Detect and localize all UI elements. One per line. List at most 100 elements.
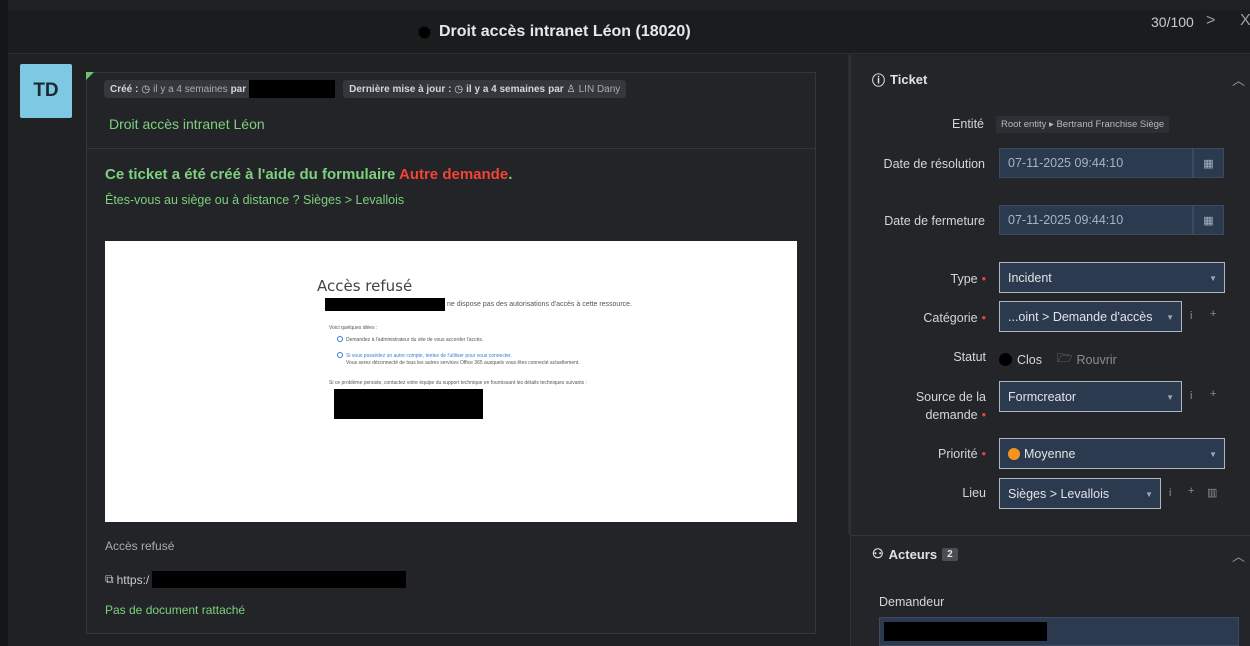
form-question: Êtes-vous au siège ou à distance ? Siège… [105, 193, 405, 207]
redacted-url [152, 571, 407, 588]
info-icon: ⓘ [872, 73, 886, 88]
actors-section-title: Acteurs [888, 546, 938, 562]
categorie-info-icon[interactable]: i [1190, 310, 1192, 322]
screenshot-ideas: Voici quelques idées : [329, 325, 378, 331]
form-text: Ce ticket a été créé à l'aide du formula… [105, 166, 396, 183]
priority-medium-icon [1008, 447, 1020, 460]
caret-down-icon: ▼ [1166, 393, 1174, 402]
statut-value-wrap: Clos 🗁 Rouvrir [999, 349, 1117, 370]
updated-label: Dernière mise à jour : [349, 83, 452, 95]
caret-down-icon: ▼ [1209, 450, 1217, 459]
map-icon[interactable]: ▥ [1207, 486, 1217, 499]
card-corner-marker [86, 72, 94, 80]
priorite-label-text: Priorité [938, 447, 978, 461]
lieu-add-icon[interactable]: + [1188, 485, 1194, 497]
screenshot-line1: ne dispose pas des autorisations d'accès… [447, 301, 632, 308]
clock-icon: ◷ [454, 83, 464, 95]
categorie-label-text: Catégorie [923, 311, 978, 325]
type-label-text: Type [950, 272, 978, 286]
form-end: . [508, 166, 513, 183]
source-select[interactable]: Formcreator ▼ [999, 381, 1182, 412]
reopen-label: Rouvrir [1076, 352, 1117, 367]
statut-label: Statut [953, 350, 986, 364]
created-time: il y a 4 semaines [153, 83, 228, 95]
folder-open-icon: 🗁 [1057, 351, 1073, 365]
type-value: Incident [1008, 270, 1052, 285]
actors-section-header[interactable]: ⚇ Acteurs 2 [872, 546, 958, 562]
attachment-link[interactable]: ⧉ https:/ [105, 571, 407, 588]
ticket-counter: 30/100 [1151, 14, 1194, 30]
updated-by-user[interactable]: LIN Dany [579, 84, 621, 95]
categorie-add-icon[interactable]: + [1210, 308, 1216, 320]
ticket-name: Droit accès intranet Léon [109, 116, 265, 132]
source-value: Formcreator [1008, 389, 1077, 404]
required-marker: • [981, 408, 986, 422]
no-document-text: Pas de document rattaché [105, 603, 246, 617]
lieu-value: Sièges > Levallois [1008, 486, 1110, 501]
attached-screenshot[interactable]: Accès refusé ne dispose pas des autorisa… [105, 241, 797, 522]
required-marker: • [981, 311, 986, 325]
collapse-chevron-icon[interactable]: ︿ [1232, 70, 1245, 89]
fermeture-label: Date de fermeture [884, 214, 985, 228]
redacted-requester [884, 622, 1047, 641]
updated-by-label: par [548, 83, 564, 95]
scrollbar[interactable] [848, 55, 850, 535]
radio-icon [337, 352, 343, 358]
ticket-section-title: Ticket [890, 72, 928, 87]
categorie-value: ...oint > Demande d'accès [1008, 309, 1153, 324]
ticket-section-header[interactable]: ⓘ Ticket [872, 70, 927, 89]
header-bar: Droit accès intranet Léon (18020) [8, 10, 1250, 54]
calendar-icon[interactable]: ▦ [1193, 205, 1224, 235]
actors-count-badge: 2 [942, 547, 958, 561]
screenshot-opt1: Demandez à l'administrateur du site de v… [346, 337, 484, 343]
next-ticket-button[interactable]: > [1206, 12, 1215, 30]
required-marker: • [981, 272, 986, 286]
categorie-select[interactable]: ...oint > Demande d'accès ▼ [999, 301, 1182, 332]
close-button[interactable]: X [1240, 12, 1250, 30]
ticket-title-wrap: Droit accès intranet Léon (18020) [418, 23, 691, 41]
collapse-chevron-icon[interactable]: ︿ [1232, 546, 1245, 565]
timeline-meta: Créé : ◷ il y a 4 semaines par Dernière … [104, 80, 627, 98]
section-divider [851, 535, 1250, 536]
fermeture-date-input[interactable]: 07-11-2025 09:44:10 [999, 205, 1193, 235]
status-closed-icon [418, 25, 431, 39]
priorite-label: Priorité • [864, 445, 986, 463]
clock-icon: ◷ [141, 83, 151, 95]
screenshot-opt2: Si vous possédez un autre compte, tentez… [346, 353, 512, 359]
lieu-select[interactable]: Sièges > Levallois ▼ [999, 478, 1161, 509]
caret-down-icon: ▼ [1166, 313, 1174, 322]
source-add-icon[interactable]: + [1210, 388, 1216, 400]
caret-down-icon: ▼ [1209, 274, 1217, 283]
link-text[interactable]: https:/ [117, 573, 150, 587]
updated-badge: Dernière mise à jour : ◷ il y a 4 semain… [343, 80, 627, 98]
resolution-date-input[interactable]: 07-11-2025 09:44:10 [999, 148, 1193, 178]
form-name: Autre demande [398, 166, 509, 183]
type-label: Type • [864, 270, 987, 288]
demandeur-label: Demandeur [879, 595, 945, 609]
screenshot-footer: Si ce problème persiste, contactez votre… [329, 380, 587, 386]
priorite-select[interactable]: Moyenne ▼ [999, 438, 1225, 469]
updated-time: il y a 4 semaines [466, 83, 546, 95]
calendar-icon[interactable]: ▦ [1193, 148, 1224, 178]
source-label-text: Source de la demande [915, 390, 986, 422]
entite-label: Entité [952, 117, 984, 131]
status-closed-icon [999, 353, 1012, 366]
entite-value: Root entity ▸ Bertrand Franchise Siège [996, 116, 1170, 133]
demandeur-field[interactable] [879, 617, 1239, 646]
screenshot-opt2b: Vous serez déconnecté de tous les autres… [346, 360, 580, 366]
reopen-button[interactable]: 🗁 Rouvrir [1057, 349, 1117, 370]
source-label: Source de la demande • [864, 388, 986, 424]
source-info-icon[interactable]: i [1190, 390, 1192, 402]
lieu-info-icon[interactable]: i [1169, 487, 1171, 499]
required-marker: • [981, 447, 986, 461]
external-link-icon: ⧉ [105, 572, 114, 586]
type-select[interactable]: Incident ▼ [999, 262, 1225, 293]
priorite-value: Moyenne [1024, 446, 1076, 461]
form-info: Ce ticket a été créé à l'aide du formula… [105, 166, 512, 183]
card-divider [87, 148, 815, 149]
image-caption: Accès refusé [105, 539, 175, 553]
created-label: Créé : [110, 83, 139, 95]
redacted-details [334, 389, 483, 419]
categorie-label: Catégorie • [864, 309, 986, 327]
user-icon: ♙ [566, 83, 576, 95]
